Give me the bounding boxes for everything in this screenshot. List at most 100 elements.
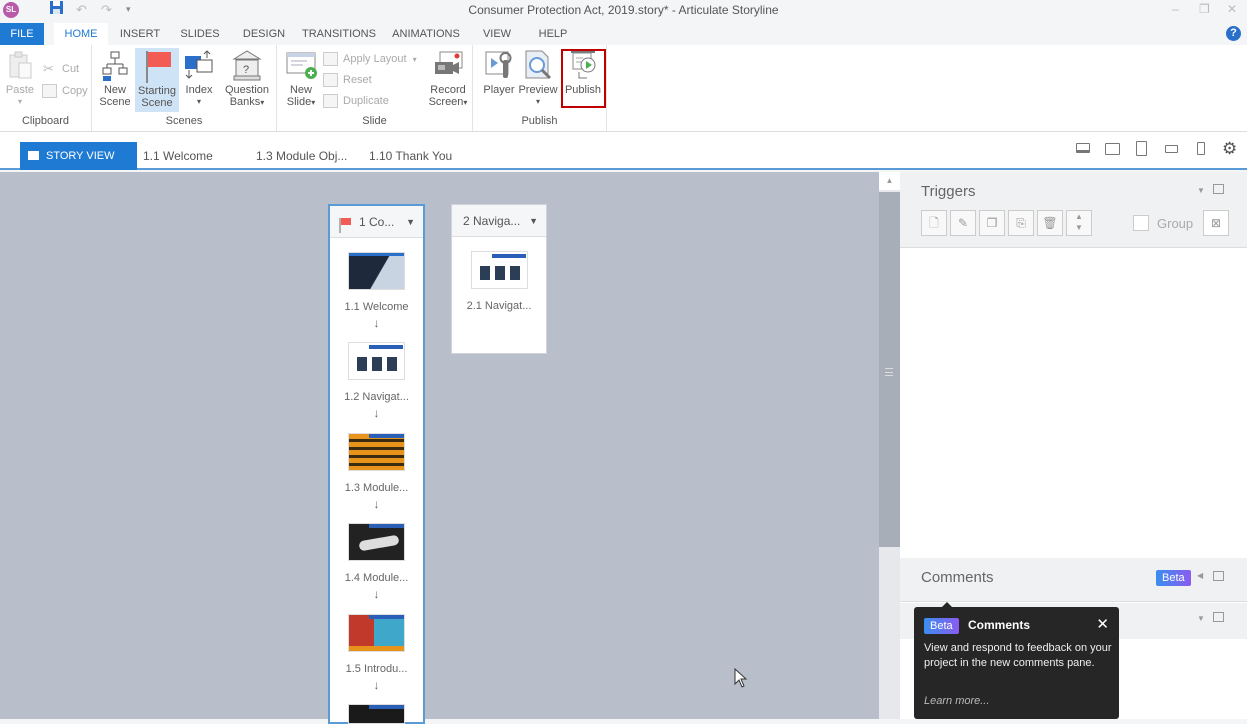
tablet-portrait-icon[interactable] [1136, 141, 1147, 156]
slide-thumbnail[interactable] [470, 251, 528, 289]
question-bank-icon: ? [231, 48, 263, 82]
slide-item[interactable]: 2.1 Navigat... [452, 251, 546, 312]
tooltip-title: Comments [968, 618, 1031, 632]
slide-item[interactable]: 1.1 Welcome ↓ [330, 252, 423, 330]
triggers-panel-header: Triggers ▼ 🗋 ✎ ❐ ⎘ 🗑 ▲ ▼ Group ⊠ [900, 172, 1247, 248]
canvas-scrollbar[interactable]: ▲ [879, 172, 900, 719]
question-banks-label-1: Question [224, 84, 270, 96]
tab-view[interactable]: VIEW [475, 23, 519, 45]
tab-slide-1-1[interactable]: 1.1 Welcome [143, 142, 213, 170]
desktop-icon[interactable] [1076, 143, 1090, 153]
float-panel-icon[interactable] [1213, 571, 1224, 581]
slide-thumbnail[interactable] [348, 523, 405, 561]
slide-group: New Slide▾ Apply Layout ▾ Reset Duplicat… [277, 45, 473, 131]
slide-thumbnail[interactable] [348, 433, 405, 471]
tab-slide-1-3[interactable]: 1.3 Module Obj... [256, 142, 347, 170]
tab-slides[interactable]: SLIDES [175, 23, 225, 45]
reorder-trigger-button[interactable]: ▲ ▼ [1066, 210, 1092, 236]
story-canvas[interactable]: 1 Co... ▼ 1.1 Welcome ↓ 1.2 Navigat... ↓ [0, 172, 879, 724]
tab-help[interactable]: HELP [530, 23, 576, 45]
slide-label: 1.1 Welcome [344, 301, 409, 313]
paste-button[interactable]: Paste ▾ [4, 48, 36, 108]
panel-menu-caret-icon[interactable]: ▼ [1197, 186, 1205, 195]
tab-animations[interactable]: ANIMATIONS [388, 23, 464, 45]
close-button[interactable]: ✕ [1227, 2, 1237, 16]
scene-header[interactable]: 1 Co... ▼ [330, 206, 423, 238]
record-screen-button[interactable]: Record Screen▾ [427, 48, 469, 109]
comments-title: Comments [921, 569, 994, 586]
float-panel-icon[interactable] [1213, 184, 1224, 194]
paste-trigger-button[interactable]: ⎘ [1008, 210, 1034, 236]
edit-trigger-button[interactable]: ✎ [950, 210, 976, 236]
slide-item[interactable]: 1.5 Introdu... ↓ [330, 614, 423, 692]
tab-insert[interactable]: INSERT [115, 23, 165, 45]
slide-thumbnail[interactable] [348, 342, 405, 380]
apply-layout-button[interactable]: Apply Layout ▾ [323, 50, 417, 68]
player-button[interactable]: Player [481, 48, 517, 96]
trigger-settings-button[interactable]: ⊠ [1203, 210, 1229, 236]
scene-card[interactable]: 2 Naviga... ▼ 2.1 Navigat... [451, 204, 547, 354]
reset-label: Reset [343, 74, 372, 86]
duplicate-icon [323, 94, 338, 108]
phone-landscape-icon[interactable] [1165, 145, 1178, 153]
starting-scene-label-1: Starting [138, 85, 176, 97]
duplicate-button[interactable]: Duplicate [323, 92, 389, 110]
starting-scene-button[interactable]: Starting Scene [135, 48, 179, 112]
clipboard-group-label: Clipboard [21, 115, 70, 127]
tab-file[interactable]: FILE [0, 23, 44, 45]
tab-slide-1-10[interactable]: 1.10 Thank You [369, 142, 452, 170]
scene-title: 1 Co... [359, 215, 395, 229]
group-checkbox[interactable] [1133, 215, 1149, 231]
copy-label: Copy [62, 85, 88, 97]
help-icon[interactable]: ? [1226, 26, 1241, 41]
panel-menu-caret-icon[interactable]: ▼ [1197, 614, 1205, 623]
tooltip-close-button[interactable]: ✕ [1096, 615, 1109, 633]
new-scene-button[interactable]: New Scene [98, 48, 132, 108]
slide-thumbnail[interactable] [348, 614, 405, 652]
scroll-up-icon[interactable]: ▲ [879, 172, 900, 190]
learn-more-link[interactable]: Learn more... [924, 695, 989, 707]
tab-design[interactable]: DESIGN [237, 23, 291, 45]
slide-item[interactable] [330, 704, 423, 724]
tablet-landscape-icon[interactable] [1105, 143, 1120, 155]
publish-highlight-box [561, 49, 606, 108]
slide-item[interactable]: 1.4 Module... ↓ [330, 523, 423, 601]
float-panel-icon[interactable] [1213, 612, 1224, 622]
story-view-icon [28, 151, 39, 160]
cut-button[interactable]: ✂ Cut [42, 60, 79, 78]
index-label: Index [185, 84, 213, 96]
scene-card[interactable]: 1 Co... ▼ 1.1 Welcome ↓ 1.2 Navigat... ↓ [328, 204, 425, 724]
settings-icon[interactable]: ⚙ [1222, 139, 1237, 159]
new-slide-button[interactable]: New Slide▾ [281, 48, 321, 109]
tab-transitions[interactable]: TRANSITIONS [300, 23, 378, 45]
preview-button[interactable]: Preview ▾ [518, 48, 558, 108]
tab-home[interactable]: HOME [54, 23, 108, 45]
index-button[interactable]: Index ▾ [182, 48, 216, 108]
tab-story-view[interactable]: STORY VIEW [20, 142, 137, 170]
scrollbar-thumb[interactable] [879, 192, 900, 547]
question-banks-button[interactable]: ? Question Banks▾ [222, 48, 272, 109]
scene-menu-caret-icon[interactable]: ▼ [406, 206, 415, 238]
title-bar: SL ↶ ↷ ▾ Consumer Protection Act, 2019.s… [0, 0, 1247, 22]
reset-button[interactable]: Reset [323, 71, 372, 89]
flag-icon [141, 49, 173, 83]
slide-thumbnail[interactable] [348, 704, 405, 724]
scene-title: 2 Naviga... [463, 214, 521, 228]
slide-item[interactable]: 1.2 Navigat... ↓ [330, 342, 423, 420]
scene-header[interactable]: 2 Naviga... ▼ [452, 205, 546, 237]
collapse-left-icon[interactable]: ◀ [1197, 571, 1203, 580]
slide-item[interactable]: 1.3 Module... ↓ [330, 433, 423, 511]
minimize-button[interactable]: – [1172, 2, 1179, 16]
slide-group-label: Slide [362, 115, 387, 127]
slide-thumbnail[interactable] [348, 252, 405, 290]
restore-button[interactable]: ❐ [1199, 2, 1210, 16]
grip-icon [885, 368, 893, 376]
scene-menu-caret-icon[interactable]: ▼ [529, 205, 538, 237]
delete-trigger-button[interactable]: 🗑 [1037, 210, 1063, 236]
mouse-cursor-icon [734, 667, 748, 693]
new-trigger-button[interactable]: 🗋 [921, 210, 947, 236]
phone-portrait-icon[interactable] [1197, 142, 1205, 155]
copy-trigger-button[interactable]: ❐ [979, 210, 1005, 236]
copy-button[interactable]: Copy [42, 82, 88, 100]
slide-label: 1.3 Module... [344, 482, 409, 494]
